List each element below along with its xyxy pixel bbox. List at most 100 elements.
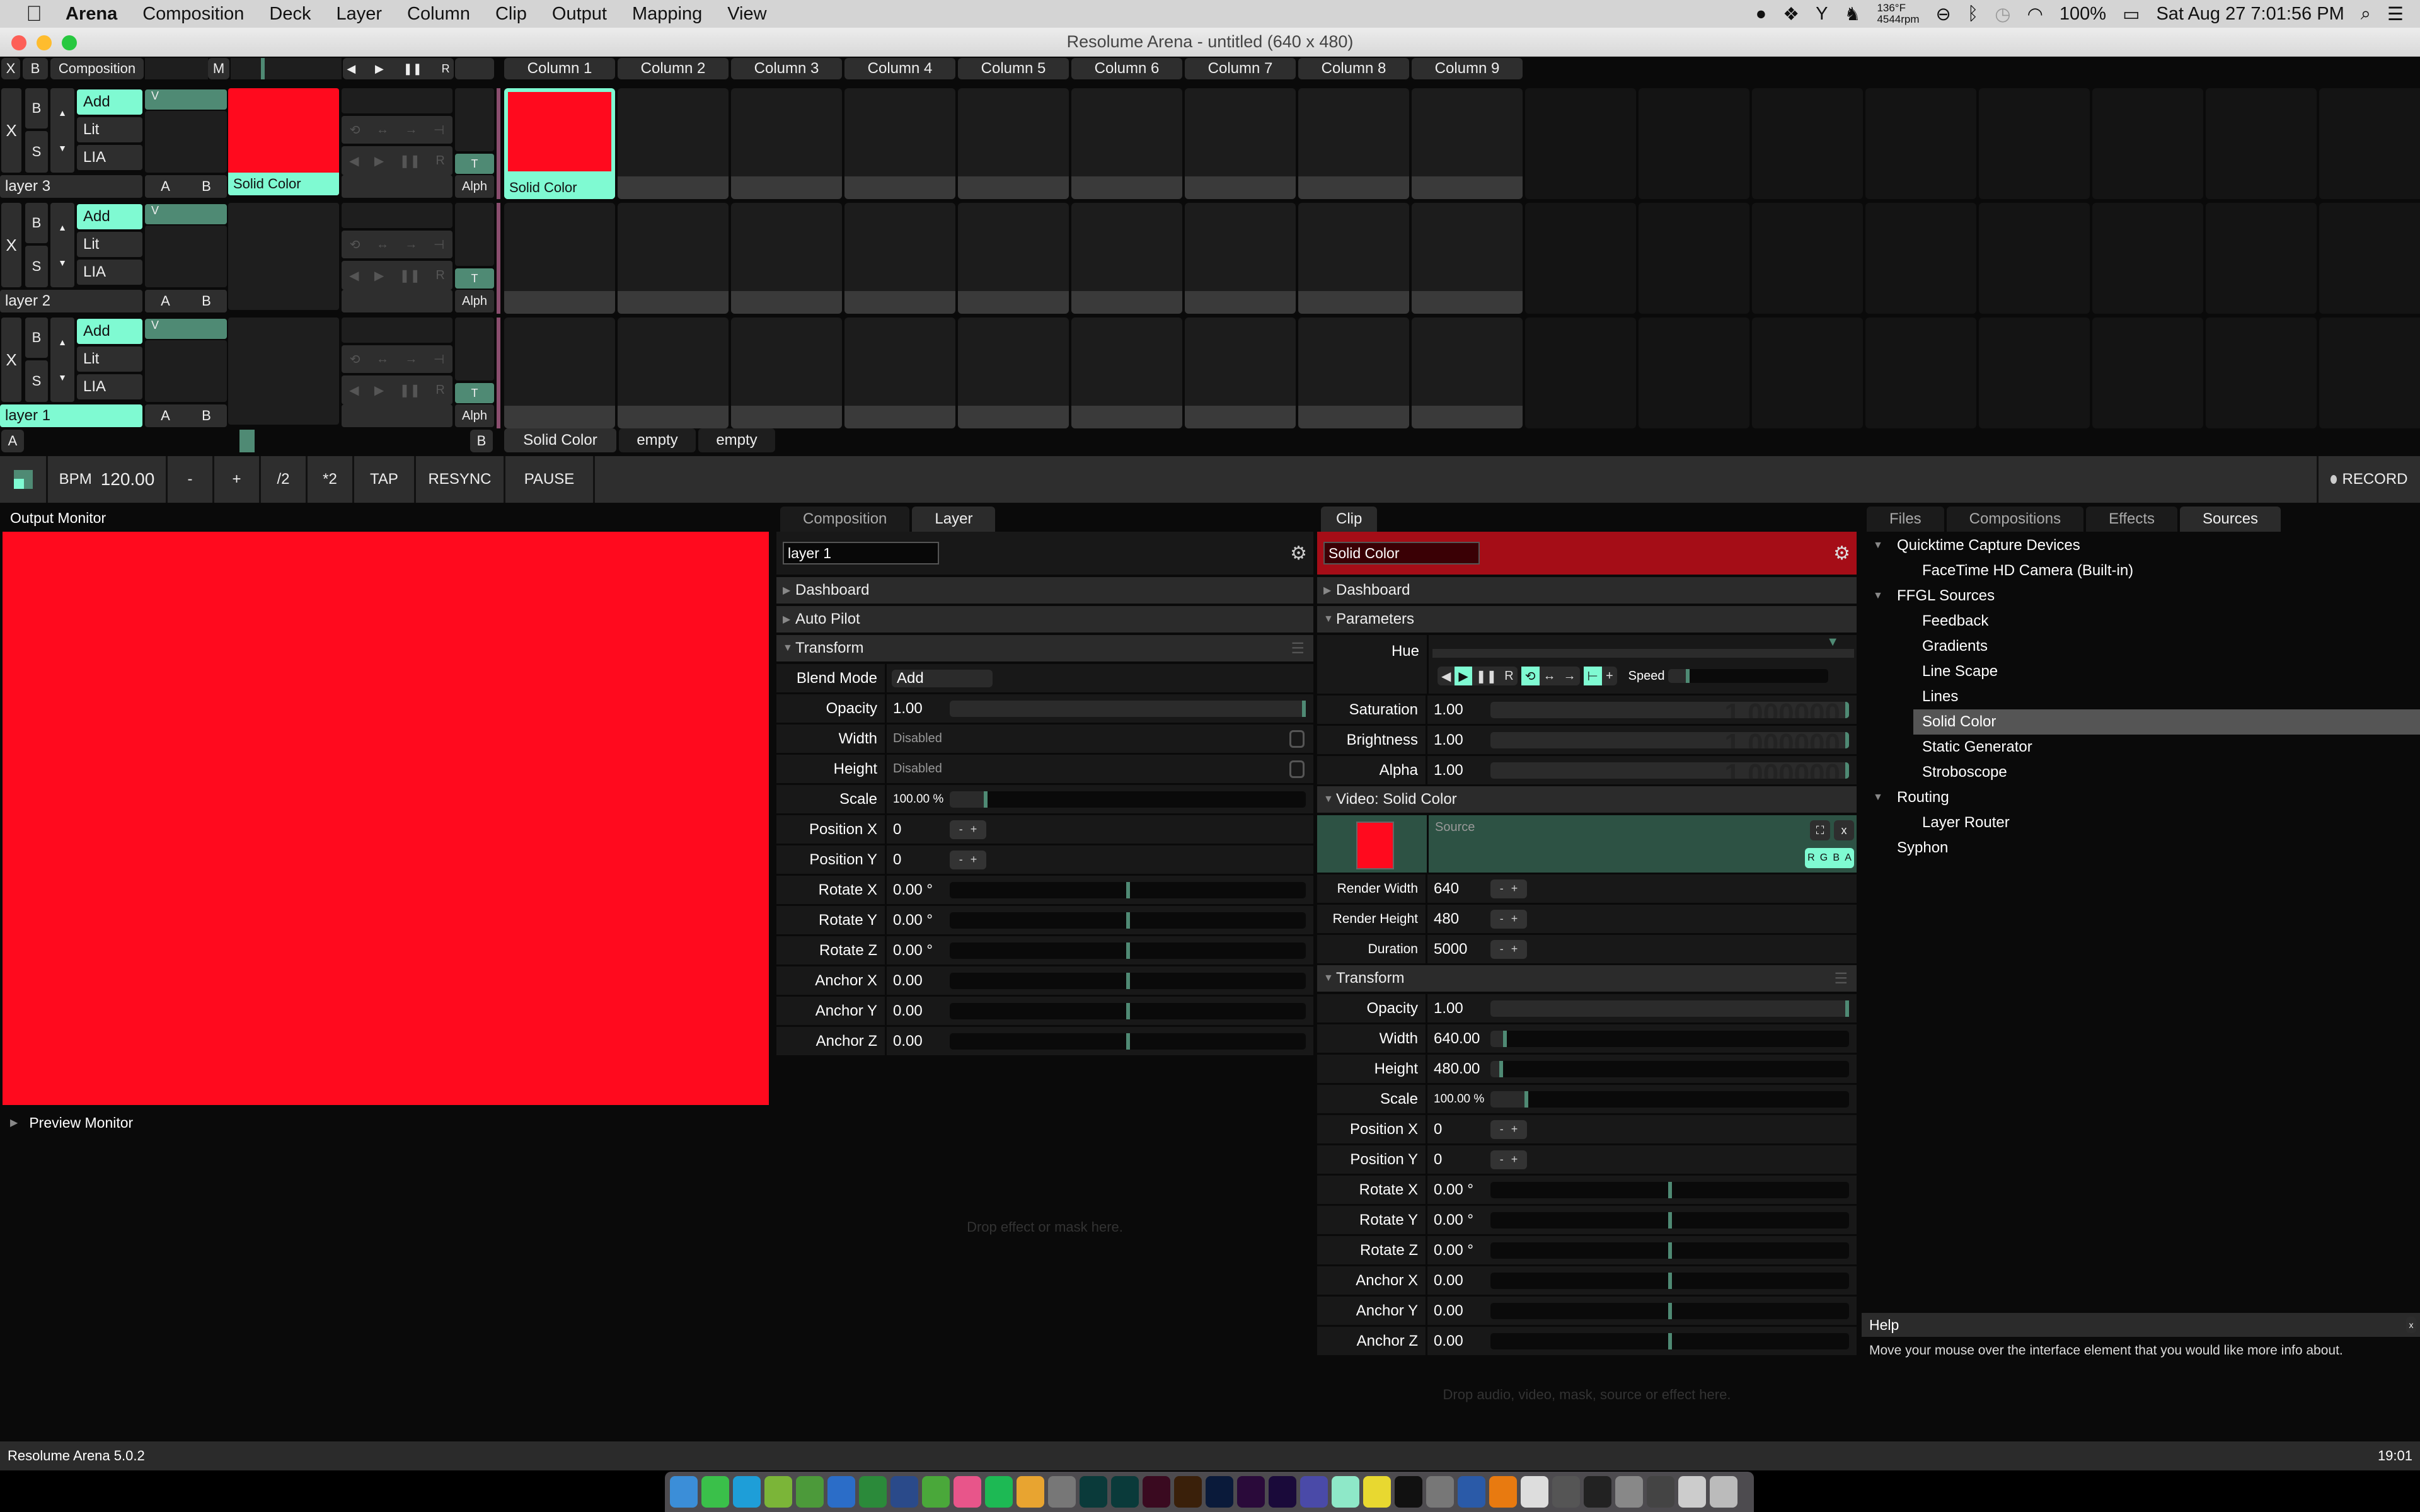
dock-app-id[interactable] (1143, 1476, 1170, 1508)
slider-knob[interactable] (1845, 731, 1849, 748)
layer-bypass-button[interactable]: B (25, 318, 48, 358)
bounce-icon[interactable]: ↔ (376, 123, 389, 137)
layer-a-button[interactable]: A (161, 408, 170, 424)
slider-knob[interactable] (1499, 1060, 1504, 1077)
hue-marker-icon[interactable]: ▼ (1826, 635, 1839, 650)
channel-a[interactable]: A (1845, 852, 1852, 864)
stepper[interactable]: - + (1490, 1120, 1527, 1139)
bpm-minus-button[interactable]: - (168, 456, 214, 503)
slider-knob[interactable] (1668, 1332, 1672, 1349)
pause-icon[interactable]: ❚❚ (403, 62, 422, 76)
param-value[interactable]: 1.00 (887, 700, 950, 718)
param-slider[interactable] (1490, 1332, 1849, 1349)
empty-slot[interactable] (2092, 88, 2203, 199)
restart-icon[interactable]: R (1501, 669, 1517, 684)
clip-slot[interactable] (958, 88, 1069, 199)
move-up-icon[interactable]: ▲ (58, 108, 67, 118)
empty-slot[interactable] (2206, 318, 2317, 428)
master-fader[interactable] (231, 58, 342, 79)
clip-slot[interactable] (1412, 318, 1523, 428)
param-value[interactable]: 640 (1427, 880, 1490, 898)
param-value[interactable]: 0 (887, 851, 950, 869)
deck-tab-empty-1[interactable]: empty (619, 428, 696, 452)
layer-position-bar[interactable] (342, 404, 452, 427)
bounce-icon[interactable]: ↔ (376, 238, 389, 252)
minus-icon[interactable]: - (1500, 1123, 1504, 1136)
move-down-icon[interactable]: ▼ (58, 143, 67, 153)
loop-icon[interactable]: ⟲ (1521, 667, 1540, 685)
expanded-triangle-icon[interactable]: ▼ (1873, 590, 1883, 602)
slider-knob[interactable] (1126, 942, 1130, 959)
notification-center-icon[interactable]: ☰ (2387, 3, 2404, 25)
layer-scrubber[interactable] (342, 318, 452, 343)
layer-clear-button[interactable]: X (1, 88, 21, 173)
empty-slot[interactable] (2092, 203, 2203, 314)
clip-slot[interactable] (618, 318, 729, 428)
layer-alpha-button[interactable]: Alph (455, 175, 494, 198)
plus-icon[interactable]: + (1511, 1123, 1518, 1136)
param-slider[interactable] (1490, 1302, 1849, 1319)
layer-a-button[interactable]: A (161, 178, 170, 195)
dock-app-skype[interactable] (733, 1476, 761, 1508)
play-reverse-icon[interactable]: ◀ (349, 153, 359, 169)
restart-icon[interactable]: R (435, 268, 444, 283)
section-parameters[interactable]: ▼ Parameters (1317, 606, 1857, 635)
minus-icon[interactable]: - (959, 853, 963, 866)
clip-slot[interactable] (844, 88, 955, 199)
dock-app-spotify[interactable] (985, 1476, 1013, 1508)
empty-slot[interactable] (2092, 318, 2203, 428)
param-value[interactable]: 640.00 (1427, 1030, 1490, 1048)
dock-app-vectorworks[interactable] (1363, 1476, 1391, 1508)
clip-slot[interactable] (504, 203, 615, 314)
dock-app-trash[interactable] (1710, 1476, 1737, 1508)
dock-app-pr[interactable] (1237, 1476, 1265, 1508)
param-value[interactable]: 0 (1427, 1151, 1490, 1169)
channel-r[interactable]: R (1807, 852, 1815, 864)
param-slider[interactable] (1490, 1181, 1849, 1198)
clip-slot[interactable] (618, 203, 729, 314)
pause-icon[interactable]: ❚❚ (1472, 668, 1501, 684)
master-fader-knob[interactable] (261, 58, 265, 79)
column-header[interactable]: Column 1 (504, 58, 615, 79)
slider-knob[interactable] (1668, 1181, 1672, 1198)
param-value[interactable]: 480 (1427, 910, 1490, 928)
param-value[interactable]: 0.00 (1427, 1272, 1490, 1290)
expanded-triangle-icon[interactable]: ▼ (1873, 792, 1883, 803)
next-icon[interactable]: ▶ (375, 62, 384, 76)
section-dashboard[interactable]: ▶ Dashboard (776, 577, 1313, 606)
slider-knob[interactable] (1126, 881, 1130, 898)
gear-icon[interactable]: ⚙ (1833, 542, 1850, 564)
tree-item[interactable]: Lines (1860, 684, 2420, 709)
tree-item[interactable]: Feedback (1860, 609, 2420, 634)
slider-knob[interactable] (1126, 1033, 1130, 1050)
tree-group[interactable]: ▼ Quicktime Capture Devices (1860, 533, 2420, 558)
empty-slot[interactable] (1752, 88, 1863, 199)
clip-slot[interactable] (844, 203, 955, 314)
empty-slot[interactable] (1525, 318, 1636, 428)
zoom-window-button[interactable] (62, 35, 77, 50)
hue-range-slider[interactable] (1432, 649, 1854, 658)
menu-deck[interactable]: Deck (256, 4, 323, 25)
stepper[interactable]: - + (950, 850, 986, 869)
layer-preview-thumb[interactable] (228, 203, 339, 310)
remove-source-button[interactable]: x (1834, 820, 1854, 840)
help-close-button[interactable]: x (2406, 1317, 2416, 1333)
empty-slot[interactable] (2206, 88, 2317, 199)
clip-slot[interactable] (1185, 203, 1296, 314)
blend-mode-select[interactable]: Add (892, 669, 993, 687)
clear-all-button[interactable]: X (1, 58, 20, 79)
menu-app-name[interactable]: Arena (53, 4, 130, 25)
dock-app-utorrent[interactable] (764, 1476, 792, 1508)
param-value[interactable]: 1.00 (1427, 701, 1490, 719)
menu-lines-icon[interactable]: ☰ (1291, 639, 1305, 658)
tap-button[interactable]: TAP (354, 456, 416, 503)
slider-knob[interactable] (1845, 1000, 1849, 1017)
layer-solo-button[interactable]: S (25, 360, 48, 402)
stepper[interactable]: - + (1490, 909, 1527, 929)
stepper[interactable]: - + (1490, 879, 1527, 898)
bpm-half-button[interactable]: /2 (261, 456, 308, 503)
layer-b-button[interactable]: B (202, 178, 211, 195)
empty-slot[interactable] (2319, 203, 2420, 314)
speed-slider[interactable] (1668, 669, 1829, 683)
rgba-channel-toggle[interactable]: RGBA (1805, 848, 1854, 868)
